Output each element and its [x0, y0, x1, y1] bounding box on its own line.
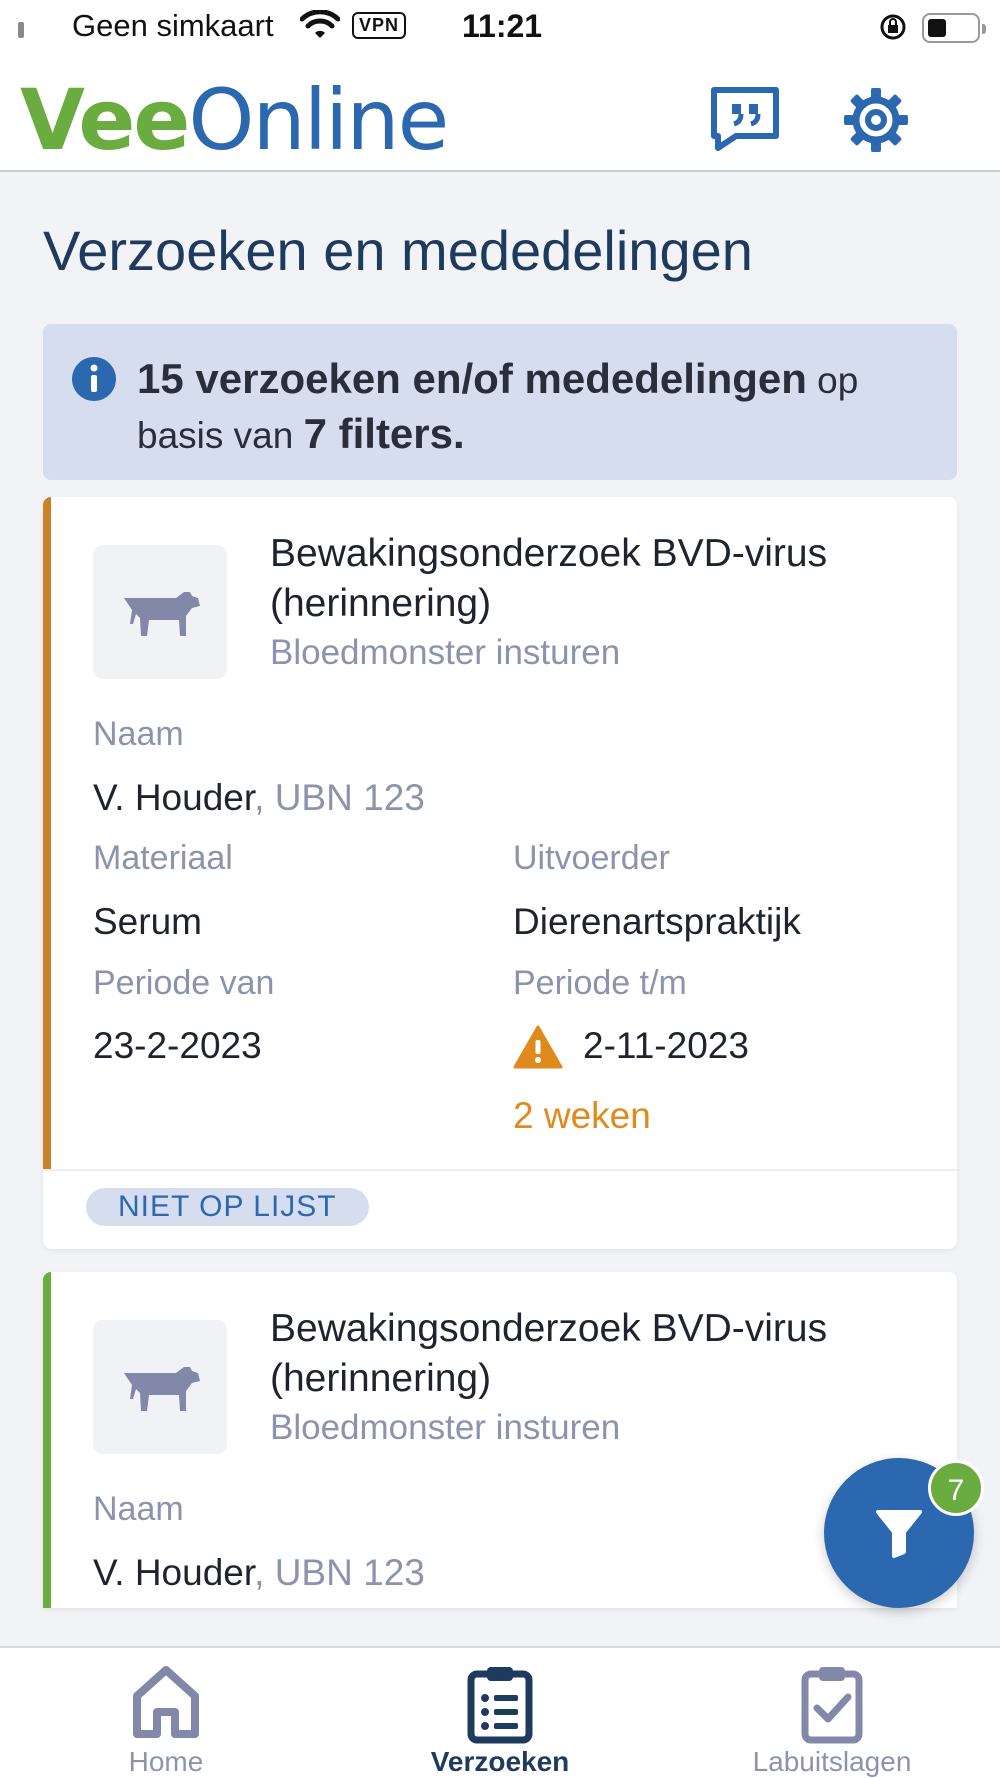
ubn-value: , UBN 123	[254, 777, 425, 818]
clipboard-list-icon	[465, 1664, 535, 1749]
periode-van-label: Periode van	[93, 964, 275, 1002]
gear-icon[interactable]	[842, 86, 910, 159]
materiaal-value: Serum	[93, 901, 202, 942]
info-banner: 15 verzoeken en/of mededelingen op basis …	[43, 324, 957, 480]
ubn-value: , UBN 123	[254, 1552, 425, 1593]
nav-label-verzoeken: Verzoeken	[430, 1746, 570, 1777]
naam-label: Naam	[93, 1490, 184, 1528]
card-subtitle: Bloedmonster insturen	[270, 633, 621, 672]
info-icon	[71, 356, 117, 407]
quote-bubble-icon[interactable]	[710, 86, 780, 157]
card-title: Bewakingsonderzoek BVD-virus (herinnerin…	[270, 1307, 828, 1400]
carrier-label: Geen simkaart	[72, 8, 274, 43]
signal-icon	[18, 22, 24, 38]
card-title: Bewakingsonderzoek BVD-virus (herinnerin…	[270, 532, 828, 625]
battery-icon	[922, 13, 986, 43]
nav-item-labuitslagen[interactable]: Labuitslagen	[722, 1648, 942, 1778]
periode-tm-label: Periode t/m	[513, 964, 687, 1002]
card-subtitle: Bloedmonster insturen	[270, 1408, 621, 1447]
bottom-navigation: Home Verzoeken Labuitslagen	[0, 1646, 1000, 1778]
page-title: Verzoeken en mededelingen	[43, 219, 753, 282]
nav-label-home: Home	[128, 1746, 204, 1777]
rotation-lock-icon	[878, 12, 908, 50]
clock: 11:21	[462, 8, 543, 44]
clipboard-check-icon	[797, 1664, 867, 1749]
filter-count-badge: 7	[928, 1460, 984, 1516]
info-text: 15 verzoeken en/of mededelingen op basis …	[137, 355, 859, 457]
uitvoerder-label: Uitvoerder	[513, 839, 670, 877]
status-badge: NIET OP LIJST	[86, 1188, 369, 1226]
cow-icon	[93, 545, 227, 679]
naam-label: Naam	[93, 715, 184, 753]
deadline-warning-text: 2 weken	[513, 1095, 651, 1136]
home-icon	[131, 1664, 201, 1745]
app-header: VeeOnline	[0, 56, 1000, 172]
status-accent-bar	[43, 1272, 51, 1608]
status-bar: Geen simkaart VPN 11:21	[0, 0, 1000, 56]
request-card[interactable]: Bewakingsonderzoek BVD-virus (herinnerin…	[43, 1272, 957, 1608]
nav-item-verzoeken[interactable]: Verzoeken	[390, 1648, 610, 1778]
nav-item-home[interactable]: Home	[56, 1648, 276, 1778]
uitvoerder-value: Dierenartspraktijk	[513, 901, 801, 942]
warning-icon	[513, 1025, 563, 1074]
periode-van-value: 23-2-2023	[93, 1025, 262, 1066]
request-card[interactable]: Bewakingsonderzoek BVD-virus (herinnerin…	[43, 497, 957, 1249]
filter-icon	[876, 1510, 922, 1558]
nav-label-labuitslagen: Labuitslagen	[752, 1746, 912, 1777]
wifi-icon	[299, 9, 341, 50]
status-accent-bar	[43, 497, 51, 1169]
veeonline-logo: VeeOnline	[20, 71, 449, 169]
naam-value: V. Houder, UBN 123	[93, 1552, 425, 1593]
periode-tm-value: 2-11-2023	[583, 1025, 749, 1066]
materiaal-label: Materiaal	[93, 839, 233, 877]
naam-value: V. Houder, UBN 123	[93, 777, 425, 818]
card-footer: NIET OP LIJST	[43, 1169, 957, 1249]
vpn-badge: VPN	[352, 12, 407, 39]
cow-icon	[93, 1320, 227, 1454]
